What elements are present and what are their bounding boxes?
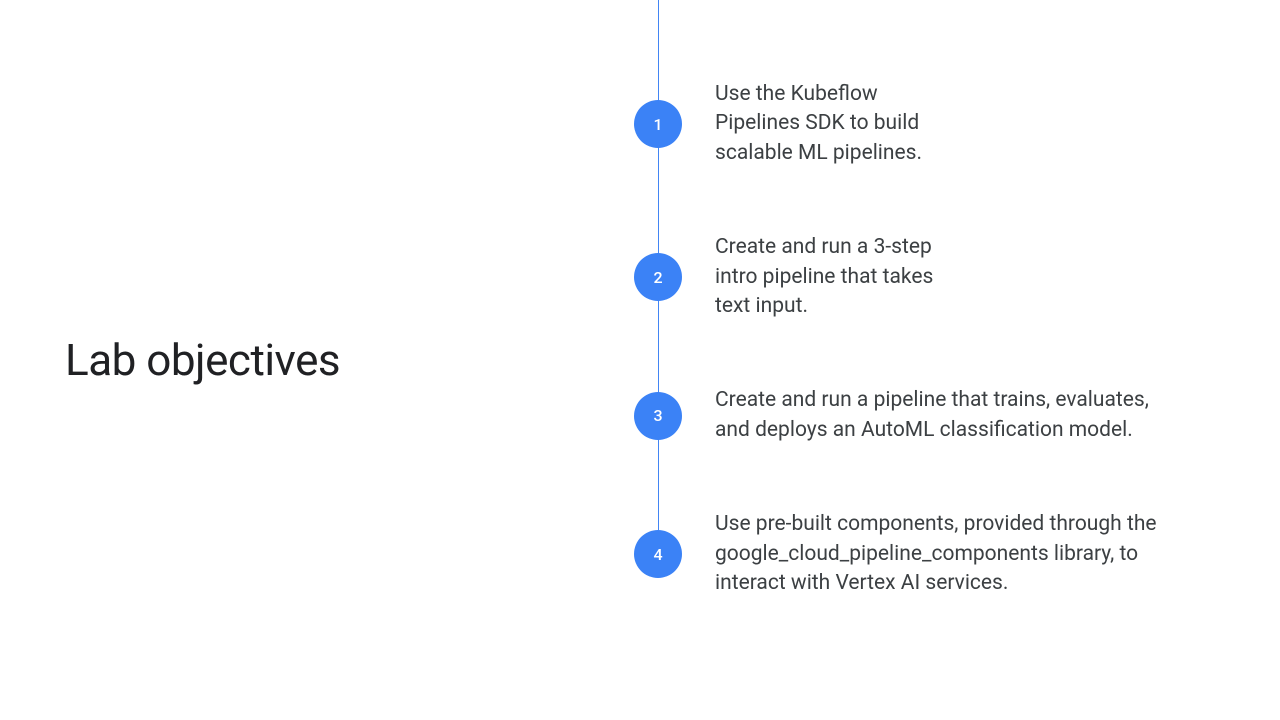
list-item: 1 Use the Kubeflow Pipelines SDK to buil… [610, 80, 1280, 168]
list-item: 4 Use pre-built components, provided thr… [610, 510, 1280, 598]
objective-text: Use the Kubeflow Pipelines SDK to build … [715, 80, 925, 168]
objectives-list: 1 Use the Kubeflow Pipelines SDK to buil… [610, 80, 1280, 598]
step-number-badge: 2 [634, 253, 682, 301]
page-title: Lab objectives [65, 334, 340, 386]
list-item: 3 Create and run a pipeline that trains,… [610, 386, 1280, 445]
objective-text: Use pre-built components, provided throu… [715, 510, 1165, 598]
step-number-badge: 4 [634, 530, 682, 578]
step-number-badge: 1 [634, 100, 682, 148]
objective-text: Create and run a 3-step intro pipeline t… [715, 233, 935, 321]
right-panel: 1 Use the Kubeflow Pipelines SDK to buil… [610, 0, 1280, 720]
objective-text: Create and run a pipeline that trains, e… [715, 386, 1165, 445]
step-number-badge: 3 [634, 392, 682, 440]
slide-container: Lab objectives 1 Use the Kubeflow Pipeli… [0, 0, 1280, 720]
list-item: 2 Create and run a 3-step intro pipeline… [610, 233, 1280, 321]
left-panel: Lab objectives [0, 0, 610, 720]
